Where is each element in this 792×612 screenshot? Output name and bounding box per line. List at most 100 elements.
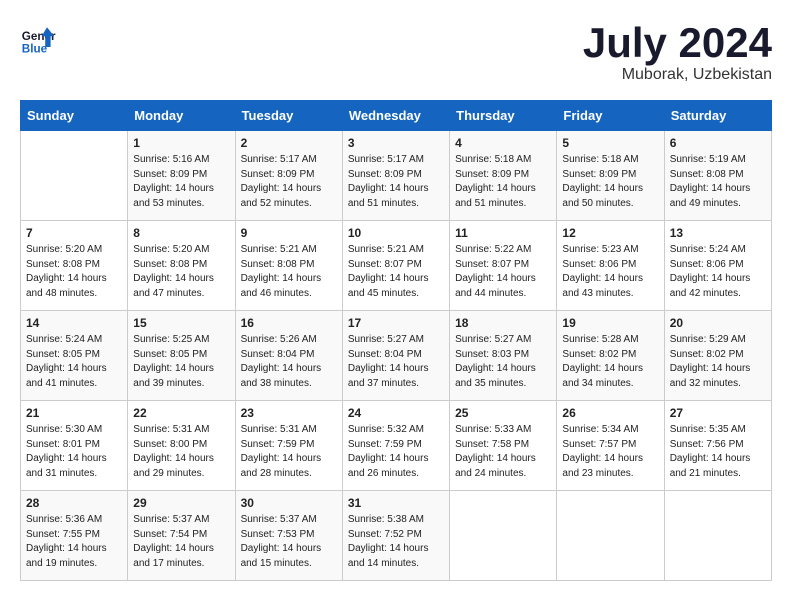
calendar-cell: 21 Sunrise: 5:30 AM Sunset: 8:01 PM Dayli… (21, 401, 128, 491)
day-of-week-header: Saturday (664, 101, 771, 131)
calendar-cell: 2 Sunrise: 5:17 AM Sunset: 8:09 PM Daylig… (235, 131, 342, 221)
cell-info: Sunrise: 5:20 AM Sunset: 8:08 PM Dayligh… (133, 243, 229, 301)
day-number: 2 (241, 136, 337, 150)
calendar-body: 1 Sunrise: 5:16 AM Sunset: 8:09 PM Daylig… (21, 131, 772, 581)
cell-info: Sunrise: 5:29 AM Sunset: 8:02 PM Dayligh… (670, 333, 766, 391)
calendar-week-row: 21 Sunrise: 5:30 AM Sunset: 8:01 PM Dayli… (21, 401, 772, 491)
day-number: 28 (26, 496, 122, 510)
calendar-cell: 3Sunrise: 5:17 AM Sunset: 8:09 PM Daylig… (342, 131, 449, 221)
cell-info: Sunrise: 5:37 AM Sunset: 7:53 PM Dayligh… (241, 513, 337, 571)
logo: General Blue (20, 20, 56, 56)
day-number: 25 (455, 406, 551, 420)
day-number: 5 (562, 136, 658, 150)
day-number: 14 (26, 316, 122, 330)
calendar-cell: 23 Sunrise: 5:31 AM Sunset: 7:59 PM Dayli… (235, 401, 342, 491)
calendar-cell: 8 Sunrise: 5:20 AM Sunset: 8:08 PM Daylig… (128, 221, 235, 311)
cell-info: Sunrise: 5:24 AM Sunset: 8:06 PM Dayligh… (670, 243, 766, 301)
day-number: 29 (133, 496, 229, 510)
day-number: 8 (133, 226, 229, 240)
day-number: 31 (348, 496, 444, 510)
cell-info: Sunrise: 5:36 AM Sunset: 7:55 PM Dayligh… (26, 513, 122, 571)
calendar-cell: 14Sunrise: 5:24 AM Sunset: 8:05 PM Dayli… (21, 311, 128, 401)
cell-info: Sunrise: 5:27 AM Sunset: 8:03 PM Dayligh… (455, 333, 551, 391)
calendar-cell: 15 Sunrise: 5:25 AM Sunset: 8:05 PM Dayli… (128, 311, 235, 401)
calendar-cell: 9 Sunrise: 5:21 AM Sunset: 8:08 PM Daylig… (235, 221, 342, 311)
cell-info: Sunrise: 5:37 AM Sunset: 7:54 PM Dayligh… (133, 513, 229, 571)
calendar-cell: 29 Sunrise: 5:37 AM Sunset: 7:54 PM Dayli… (128, 491, 235, 581)
calendar-cell (450, 491, 557, 581)
day-number: 15 (133, 316, 229, 330)
calendar-cell: 4Sunrise: 5:18 AM Sunset: 8:09 PM Daylig… (450, 131, 557, 221)
day-of-week-header: Wednesday (342, 101, 449, 131)
day-of-week-header: Tuesday (235, 101, 342, 131)
day-number: 10 (348, 226, 444, 240)
day-number: 12 (562, 226, 658, 240)
calendar-cell: 31 Sunrise: 5:38 AM Sunset: 7:52 PM Dayli… (342, 491, 449, 581)
cell-info: Sunrise: 5:28 AM Sunset: 8:02 PM Dayligh… (562, 333, 658, 391)
svg-text:General: General (22, 30, 56, 43)
cell-info: Sunrise: 5:31 AM Sunset: 8:00 PM Dayligh… (133, 423, 229, 481)
cell-info: Sunrise: 5:38 AM Sunset: 7:52 PM Dayligh… (348, 513, 444, 571)
cell-info: Sunrise: 5:16 AM Sunset: 8:09 PM Dayligh… (133, 153, 229, 211)
calendar-header-row: SundayMondayTuesdayWednesdayThursdayFrid… (21, 101, 772, 131)
month-title: July 2024 (583, 20, 772, 66)
calendar-week-row: 14Sunrise: 5:24 AM Sunset: 8:05 PM Dayli… (21, 311, 772, 401)
cell-info: Sunrise: 5:34 AM Sunset: 7:57 PM Dayligh… (562, 423, 658, 481)
day-number: 22 (133, 406, 229, 420)
cell-info: Sunrise: 5:27 AM Sunset: 8:04 PM Dayligh… (348, 333, 444, 391)
cell-info: Sunrise: 5:18 AM Sunset: 8:09 PM Dayligh… (455, 153, 551, 211)
day-number: 6 (670, 136, 766, 150)
calendar-week-row: 28 Sunrise: 5:36 AM Sunset: 7:55 PM Dayli… (21, 491, 772, 581)
calendar-cell: 20Sunrise: 5:29 AM Sunset: 8:02 PM Dayli… (664, 311, 771, 401)
logo-icon: General Blue (20, 20, 56, 56)
day-number: 24 (348, 406, 444, 420)
calendar-cell (557, 491, 664, 581)
calendar-table: SundayMondayTuesdayWednesdayThursdayFrid… (20, 100, 772, 581)
cell-info: Sunrise: 5:17 AM Sunset: 8:09 PM Dayligh… (241, 153, 337, 211)
day-number: 23 (241, 406, 337, 420)
calendar-cell: 10 Sunrise: 5:21 AM Sunset: 8:07 PM Dayli… (342, 221, 449, 311)
calendar-cell: 24Sunrise: 5:32 AM Sunset: 7:59 PM Dayli… (342, 401, 449, 491)
cell-info: Sunrise: 5:35 AM Sunset: 7:56 PM Dayligh… (670, 423, 766, 481)
svg-text:Blue: Blue (22, 42, 48, 55)
day-number: 1 (133, 136, 229, 150)
cell-info: Sunrise: 5:19 AM Sunset: 8:08 PM Dayligh… (670, 153, 766, 211)
calendar-cell: 5 Sunrise: 5:18 AM Sunset: 8:09 PM Daylig… (557, 131, 664, 221)
day-number: 21 (26, 406, 122, 420)
day-of-week-header: Friday (557, 101, 664, 131)
day-number: 17 (348, 316, 444, 330)
day-of-week-header: Thursday (450, 101, 557, 131)
calendar-cell: 18Sunrise: 5:27 AM Sunset: 8:03 PM Dayli… (450, 311, 557, 401)
cell-info: Sunrise: 5:21 AM Sunset: 8:08 PM Dayligh… (241, 243, 337, 301)
day-number: 3 (348, 136, 444, 150)
calendar-cell: 1 Sunrise: 5:16 AM Sunset: 8:09 PM Daylig… (128, 131, 235, 221)
calendar-cell: 30 Sunrise: 5:37 AM Sunset: 7:53 PM Dayli… (235, 491, 342, 581)
calendar-cell: 7 Sunrise: 5:20 AM Sunset: 8:08 PM Daylig… (21, 221, 128, 311)
cell-info: Sunrise: 5:21 AM Sunset: 8:07 PM Dayligh… (348, 243, 444, 301)
day-number: 26 (562, 406, 658, 420)
day-number: 7 (26, 226, 122, 240)
cell-info: Sunrise: 5:20 AM Sunset: 8:08 PM Dayligh… (26, 243, 122, 301)
cell-info: Sunrise: 5:31 AM Sunset: 7:59 PM Dayligh… (241, 423, 337, 481)
location: Muborak, Uzbekistan (583, 66, 772, 84)
calendar-cell: 11Sunrise: 5:22 AM Sunset: 8:07 PM Dayli… (450, 221, 557, 311)
calendar-cell: 27Sunrise: 5:35 AM Sunset: 7:56 PM Dayli… (664, 401, 771, 491)
cell-info: Sunrise: 5:18 AM Sunset: 8:09 PM Dayligh… (562, 153, 658, 211)
day-number: 30 (241, 496, 337, 510)
cell-info: Sunrise: 5:25 AM Sunset: 8:05 PM Dayligh… (133, 333, 229, 391)
title-block: July 2024 Muborak, Uzbekistan (583, 20, 772, 84)
calendar-cell: 19Sunrise: 5:28 AM Sunset: 8:02 PM Dayli… (557, 311, 664, 401)
calendar-week-row: 1 Sunrise: 5:16 AM Sunset: 8:09 PM Daylig… (21, 131, 772, 221)
day-of-week-header: Sunday (21, 101, 128, 131)
cell-info: Sunrise: 5:30 AM Sunset: 8:01 PM Dayligh… (26, 423, 122, 481)
day-number: 9 (241, 226, 337, 240)
calendar-cell: 22 Sunrise: 5:31 AM Sunset: 8:00 PM Dayli… (128, 401, 235, 491)
cell-info: Sunrise: 5:22 AM Sunset: 8:07 PM Dayligh… (455, 243, 551, 301)
calendar-cell: 17 Sunrise: 5:27 AM Sunset: 8:04 PM Dayli… (342, 311, 449, 401)
cell-info: Sunrise: 5:33 AM Sunset: 7:58 PM Dayligh… (455, 423, 551, 481)
calendar-cell: 6 Sunrise: 5:19 AM Sunset: 8:08 PM Daylig… (664, 131, 771, 221)
calendar-cell: 13Sunrise: 5:24 AM Sunset: 8:06 PM Dayli… (664, 221, 771, 311)
calendar-cell (21, 131, 128, 221)
day-number: 16 (241, 316, 337, 330)
page-header: General Blue July 2024 Muborak, Uzbekist… (20, 20, 772, 84)
